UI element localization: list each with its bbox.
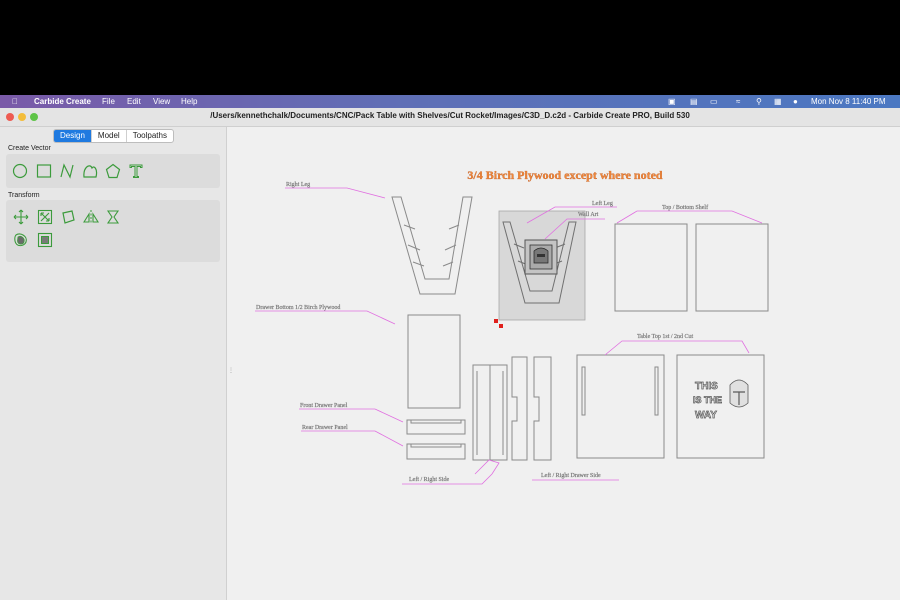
left-right-drawer-side-part[interactable] [511,356,552,461]
menu-bar:  Carbide Create File Edit View Help ▣ ▤… [0,95,900,108]
left-leg-label: Left Leg [592,200,613,207]
menu-help[interactable]: Help [181,96,197,107]
tab-design[interactable]: Design [54,130,92,142]
rear-drawer-leader [301,430,404,447]
sheet-heading: 3/4 Birch Plywood except where noted [467,168,663,182]
menu-edit[interactable]: Edit [127,96,141,107]
align-icon[interactable] [105,209,121,225]
rotate-icon[interactable] [60,209,76,225]
front-drawer-panel-label: Front Drawer Panel [300,403,348,409]
polygon-icon[interactable] [105,163,121,179]
shelf-leader [616,210,763,224]
boolean-icon[interactable] [37,232,53,248]
text-icon[interactable] [128,163,144,179]
spotlight-search-icon[interactable]: ⚲ [756,96,762,107]
transform-panel [6,200,220,262]
mode-tabs: Design Model Toolpaths [53,129,174,143]
app-window: /Users/kennethchalk/Documents/CNC/Pack T… [0,108,900,600]
move-icon[interactable] [13,209,29,225]
circle-icon[interactable] [12,163,28,179]
front-drawer-leader [299,408,404,423]
control-center-icon[interactable]: ▦ [774,96,782,107]
design-canvas[interactable]: 3/4 Birch Plywood except where noted Rig… [227,127,900,600]
battery-icon[interactable]: ▭ [710,96,718,107]
table-top-first-cut-part[interactable] [576,354,665,459]
tab-model[interactable]: Model [92,130,127,142]
left-right-drawer-side-label: Left / Right Drawer Side [541,472,601,479]
rear-drawer-panel-part[interactable] [406,443,466,460]
drawer-bottom-part[interactable] [407,314,461,409]
transform-heading: Transform [8,192,40,199]
wall-art-part[interactable] [524,239,558,275]
create-vector-panel [6,154,220,188]
right-leg-part[interactable] [391,196,473,295]
menu-app-name[interactable]: Carbide Create [34,96,91,107]
scale-icon[interactable] [37,209,53,225]
siri-icon[interactable]: ● [793,96,798,107]
menu-file[interactable]: File [102,96,115,107]
create-vector-heading: Create Vector [8,145,51,152]
table-top-second-cut-part[interactable]: THIS IS THE WAY [676,354,765,459]
title-bar: /Users/kennethchalk/Documents/CNC/Pack T… [0,108,900,127]
left-right-side-label: Left / Right Side [409,476,450,483]
front-drawer-panel-part[interactable] [406,419,466,435]
rear-drawer-panel-label: Rear Drawer Panel [302,425,348,431]
offset-icon[interactable] [13,232,29,248]
rectangle-icon[interactable] [36,163,52,179]
app-status-icon[interactable]: ▣ [668,96,676,107]
apple-icon[interactable]:  [12,96,18,107]
table-top-leader [604,340,750,356]
menu-clock[interactable]: Mon Nov 8 11:40 PM [811,96,886,107]
window-title: /Users/kennethchalk/Documents/CNC/Pack T… [210,111,690,120]
menu-view[interactable]: View [153,96,170,107]
engraving-line-1: THIS [695,381,718,392]
mirror-icon[interactable] [83,209,99,225]
sidebar: Design Model Toolpaths Create Vector Tra… [0,127,227,600]
bottom-shelf-part[interactable] [695,223,769,312]
drawer-bottom-label: Drawer Bottom 1/2 Birch Plywood [256,305,340,311]
wifi-icon[interactable]: ≈ [736,96,740,107]
canvas-drawing[interactable]: 3/4 Birch Plywood except where noted Rig… [227,127,900,600]
polyline-icon[interactable] [59,163,75,179]
splitter-handle[interactable]: ⋮ [228,368,234,374]
calendar-icon[interactable]: ▤ [690,96,698,107]
right-leg-leader [285,187,386,199]
drawer-bottom-leader [255,310,396,325]
left-right-side-part[interactable] [472,364,508,461]
right-leg-label: Right Leg [286,182,310,188]
tab-toolpaths[interactable]: Toolpaths [127,130,173,142]
engraving-line-3: WAY [695,410,717,421]
top-shelf-part[interactable] [614,223,688,312]
top-bottom-shelf-label: Top / Bottom Shelf [662,204,708,211]
curve-icon[interactable] [82,163,98,179]
table-top-label: Table Top 1st / 2nd Cut [637,334,694,340]
engraving-line-2: IS THE [693,395,722,405]
wall-art-label: Wall Art [578,212,599,218]
